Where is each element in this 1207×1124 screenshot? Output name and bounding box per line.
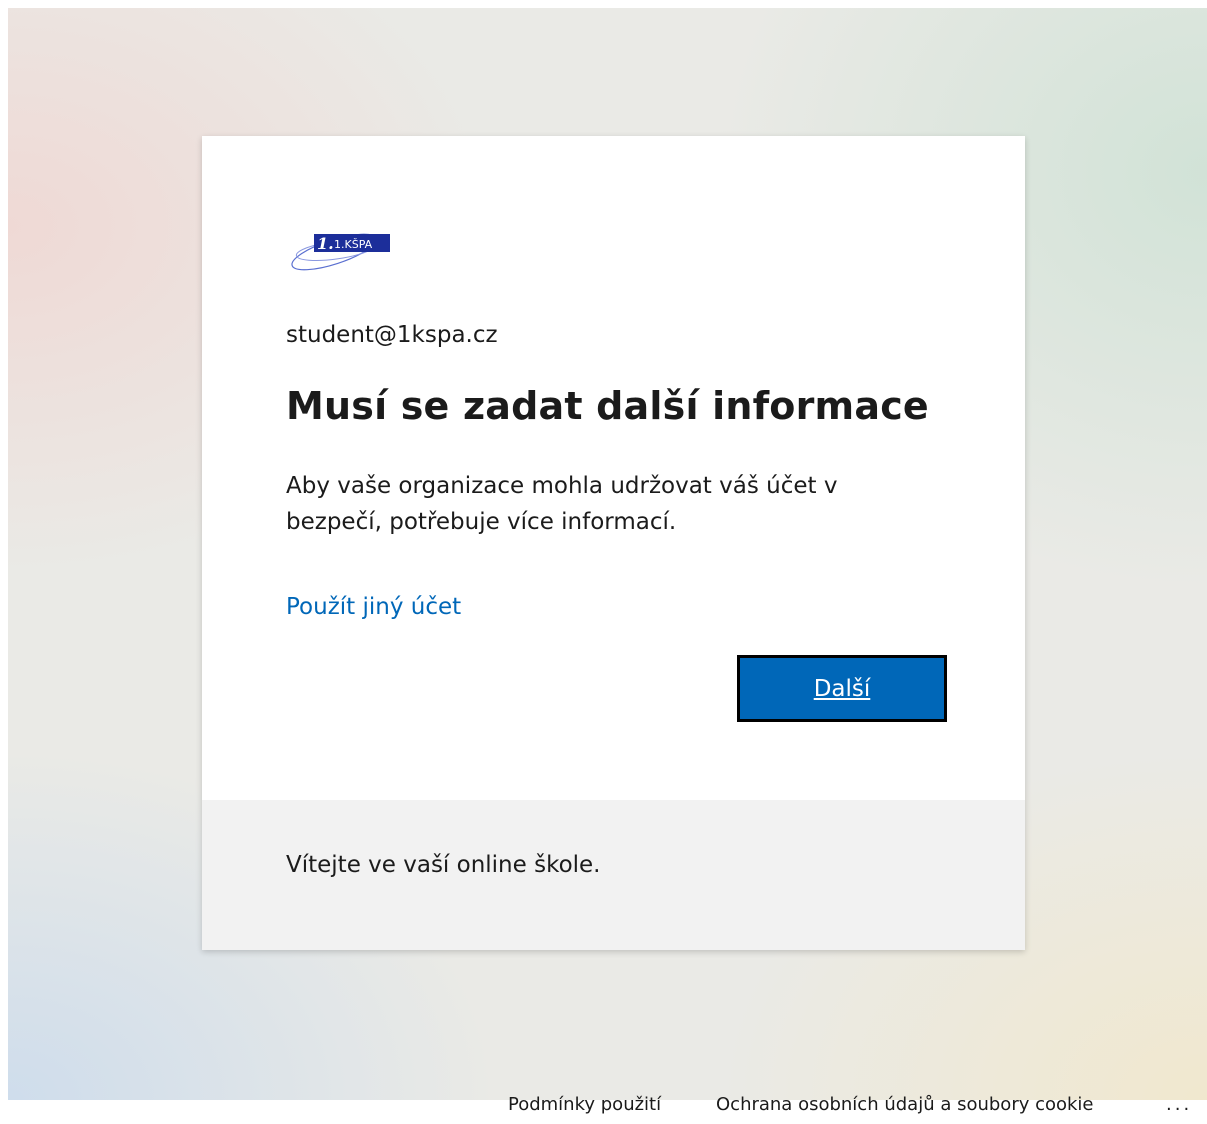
card-footer: Vítejte ve vaší online škole. [202,800,1025,950]
welcome-text: Vítejte ve vaší online škole. [286,852,601,878]
card-main: 1. 1.KŠPA student@1kspa.cz Musí se zadat… [202,136,1025,800]
svg-text:1.: 1. [317,234,334,253]
page-footer: Podmínky použití Ochrana osobních údajů … [0,1088,1207,1124]
more-options-button[interactable]: ... [1166,1094,1192,1115]
sign-in-card: 1. 1.KŠPA student@1kspa.cz Musí se zadat… [202,136,1025,950]
logo-text: 1.KŠPA [334,238,373,251]
page-title: Musí se zadat další informace [286,384,929,428]
account-email: student@1kspa.cz [286,322,498,348]
next-button[interactable]: Další [737,655,947,722]
description-text: Aby vaše organizace mohla udržovat váš ú… [286,473,838,535]
use-another-account-link[interactable]: Použít jiný účet [286,594,461,620]
terms-of-use-link[interactable]: Podmínky použití [508,1094,661,1115]
privacy-cookies-link[interactable]: Ochrana osobních údajů a soubory cookie [716,1094,1094,1115]
school-logo-icon: 1. 1.KŠPA [291,233,390,271]
